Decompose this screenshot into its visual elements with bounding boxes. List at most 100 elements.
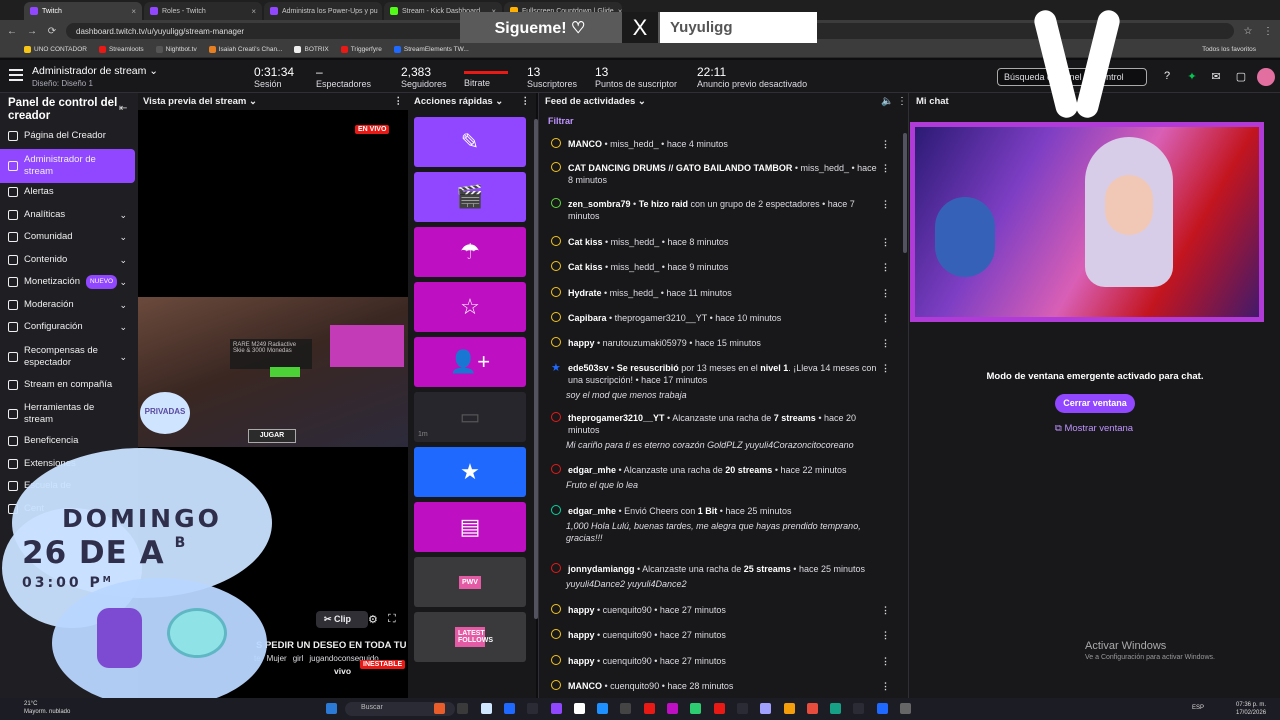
volume-icon[interactable]: 🔈 xyxy=(881,96,893,107)
stream-video[interactable]: RARE M249 Radiactive Skie & 3000 Monedas… xyxy=(138,297,408,447)
filter-button[interactable]: Filtrar xyxy=(548,116,574,126)
feed-entry[interactable]: jonnydamiangg • Alcanzaste una racha de … xyxy=(551,563,896,590)
sidebar-item-comunidad[interactable]: Comunidad ⌄ xyxy=(0,231,135,243)
feed-entry[interactable]: happy • cuenquito90 • hace 27 minutos ⋮ xyxy=(551,655,896,667)
taskbar-app-icon[interactable] xyxy=(597,703,609,714)
entry-menu-icon[interactable]: ⋮ xyxy=(881,198,890,210)
bookmark-item[interactable]: UNO CONTADOR xyxy=(24,46,87,53)
bookmark-item[interactable]: Streamloots xyxy=(98,46,144,53)
close-tab-icon[interactable]: × xyxy=(251,7,256,16)
quick-action-clapperboard[interactable]: 🎬 xyxy=(414,172,526,222)
clip-button[interactable]: ✂ Clip xyxy=(316,611,368,628)
feed-entry[interactable]: Cat kiss • miss_hedd_ • hace 9 minutos ⋮ xyxy=(551,261,896,273)
feed-entry[interactable]: MANCO • miss_hedd_ • hace 4 minutos ⋮ xyxy=(551,138,896,150)
taskbar-app-icon[interactable] xyxy=(853,703,865,714)
feed-entry[interactable]: zen_sombra79 • Te hizo raid con un grupo… xyxy=(551,198,896,222)
taskbar-app-icon[interactable] xyxy=(760,703,772,714)
taskbar-app-icon[interactable] xyxy=(643,703,655,714)
clock[interactable]: 07:36 p. m. 17/02/2026 xyxy=(1236,701,1266,717)
language-indicator[interactable]: ESP xyxy=(1192,705,1204,711)
feed-entry[interactable]: CAT DANCING DRUMS // GATO BAILANDO TAMBO… xyxy=(551,162,896,186)
sidebar-item-administrador-de-stream[interactable]: Administrador de stream xyxy=(0,149,135,183)
taskbar-app-icon[interactable] xyxy=(434,703,445,714)
entry-menu-icon[interactable]: ⋮ xyxy=(881,138,890,150)
quick-action-ad[interactable]: ▭ 1m xyxy=(414,392,526,442)
close-tab-icon[interactable]: × xyxy=(131,7,136,16)
entry-menu-icon[interactable]: ⋮ xyxy=(881,629,890,641)
entry-menu-icon[interactable]: ⋮ xyxy=(881,236,890,248)
page-title[interactable]: Administrador de stream ⌄ xyxy=(32,65,158,77)
quick-action-star-outline[interactable]: ☆ xyxy=(414,282,526,332)
quick-action-pencil[interactable]: ✎ xyxy=(414,117,526,167)
entry-menu-icon[interactable]: ⋮ xyxy=(881,312,890,324)
feed-entry[interactable]: edgar_mhe • Alcanzaste una racha de 20 s… xyxy=(551,464,896,491)
entry-menu-icon[interactable]: ⋮ xyxy=(881,287,890,299)
sidebar-item-herramientas-de-stream[interactable]: Herramientas de stream xyxy=(0,401,135,427)
entry-menu-icon[interactable]: ⋮ xyxy=(881,362,890,374)
taskbar-app-icon[interactable] xyxy=(783,703,795,714)
bookmark-item[interactable]: Nightbot.tv xyxy=(155,46,197,53)
taskbar-app-icon[interactable] xyxy=(736,703,748,714)
feed-entry[interactable]: Hydrate • miss_hedd_ • hace 11 minutos ⋮ xyxy=(551,287,896,299)
taskbar-app-icon[interactable] xyxy=(527,703,539,714)
quick-action-latest-follows[interactable]: LATEST FOLLOWS xyxy=(414,612,526,662)
windows-start-icon[interactable] xyxy=(326,703,337,714)
back-icon[interactable]: ← xyxy=(6,26,18,37)
help-icon[interactable]: ? xyxy=(1160,70,1174,84)
feed-entry[interactable]: happy • cuenquito90 • hace 27 minutos ⋮ xyxy=(551,629,896,641)
quick-action-add-user[interactable]: 👤+ xyxy=(414,337,526,387)
weather-widget[interactable]: 21°C Mayorm. nublado xyxy=(24,700,70,716)
settings-icon[interactable]: ⚙ xyxy=(368,613,378,626)
bookmark-item[interactable]: StreamElements TW... xyxy=(393,46,469,53)
entry-menu-icon[interactable]: ⋮ xyxy=(881,680,890,692)
sidebar-item-moderacion[interactable]: Moderación ⌄ xyxy=(0,299,135,311)
bookmark-item[interactable]: Triggerfyre xyxy=(340,46,382,53)
sidebar-item-alertas[interactable]: Alertas xyxy=(0,186,135,198)
taskbar-app-icon[interactable] xyxy=(550,703,562,714)
feed-entry[interactable]: ★ ede503sv • Se resuscribió por 13 meses … xyxy=(551,362,896,401)
feed-entry[interactable]: MANCO • cuenquito90 • hace 28 minutos ⋮ xyxy=(551,680,896,692)
feed-entry[interactable]: Capibara • theprogamer3210__YT • hace 10… xyxy=(551,312,896,324)
sidebar-item-configuracion[interactable]: Configuración ⌄ xyxy=(0,321,135,333)
bookmark-star-icon[interactable]: ☆ xyxy=(1242,26,1254,37)
sidebar-item-stream-en-compania[interactable]: Stream en compañía xyxy=(0,379,135,391)
entry-menu-icon[interactable]: ⋮ xyxy=(881,261,890,273)
taskbar-app-icon[interactable] xyxy=(690,703,702,714)
panel-menu-icon[interactable]: ⋮ xyxy=(521,96,531,107)
sidebar-item-pagina-del-creador[interactable]: Página del Creador xyxy=(0,130,135,142)
bookmark-item[interactable]: Isaiah Creati's Chan... xyxy=(208,46,282,53)
bookmark-item[interactable]: BOTRIX xyxy=(294,46,329,53)
close-window-button[interactable]: Cerrar ventana xyxy=(1055,394,1135,413)
fullscreen-icon[interactable]: ⛶ xyxy=(388,613,396,626)
feed-entry[interactable]: Cat kiss • miss_hedd_ • hace 8 minutos ⋮ xyxy=(551,236,896,248)
quick-action-parachute[interactable]: ☂ xyxy=(414,227,526,277)
taskbar-app-icon[interactable] xyxy=(573,703,585,714)
taskbar-app-icon[interactable] xyxy=(503,703,515,714)
entry-menu-icon[interactable]: ⋮ xyxy=(881,604,890,616)
avatar[interactable] xyxy=(1257,68,1275,86)
sidebar-item-contenido[interactable]: Contenido ⌄ xyxy=(0,254,135,266)
extensions-icon[interactable]: ⋮ xyxy=(1262,26,1274,37)
taskbar-app-icon[interactable] xyxy=(620,703,632,714)
menu-icon[interactable] xyxy=(9,69,23,83)
panel-menu-icon[interactable]: ⋮ xyxy=(394,96,404,107)
feed-entry[interactable]: happy • cuenquito90 • hace 27 minutos ⋮ xyxy=(551,604,896,616)
quick-action-pwv[interactable]: PWV xyxy=(414,557,526,607)
feed-entry[interactable]: theprogamer3210__YT • Alcanzaste una rac… xyxy=(551,412,896,451)
browser-tab[interactable]: Administra los Power-Ups y pu× xyxy=(264,2,382,20)
taskbar-app-icon[interactable] xyxy=(480,703,492,714)
sidebar-item-analiticas[interactable]: Analíticas ⌄ xyxy=(0,209,135,221)
inbox-icon[interactable]: ✉ xyxy=(1209,70,1223,84)
entry-menu-icon[interactable]: ⋮ xyxy=(881,162,890,174)
collapse-icon[interactable]: ⇤ xyxy=(119,103,127,114)
feed-menu-icon[interactable]: ⋮ xyxy=(897,96,907,107)
feed-entry[interactable]: happy • narutouzumaki05979 • hace 15 min… xyxy=(551,337,896,349)
taskbar-app-icon[interactable] xyxy=(900,703,911,714)
stream-tag[interactable]: girl xyxy=(293,654,304,663)
quick-action-layout[interactable]: ▤ xyxy=(414,502,526,552)
feed-scrollbar[interactable] xyxy=(903,133,907,253)
taskbar-app-icon[interactable] xyxy=(713,703,725,714)
reload-icon[interactable]: ⟳ xyxy=(46,26,58,37)
all-bookmarks[interactable]: Todos los favoritos xyxy=(1202,46,1256,53)
taskbar-app-icon[interactable] xyxy=(457,703,469,714)
